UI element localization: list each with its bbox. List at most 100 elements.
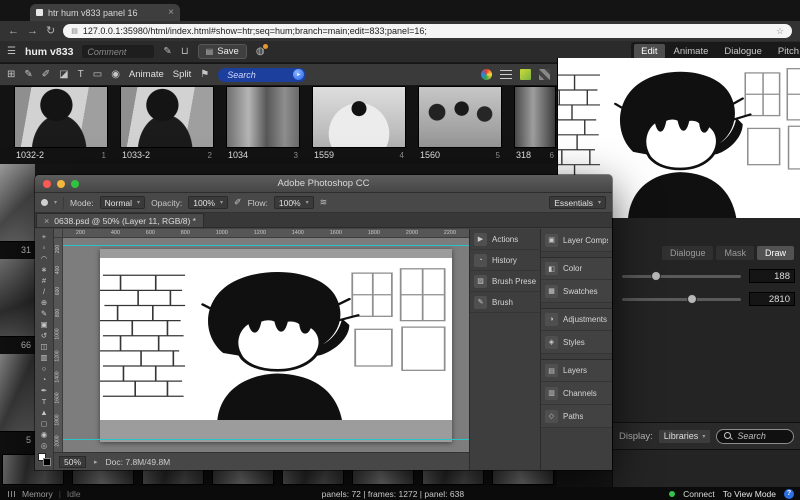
ps-panel-button[interactable]: ◧ Color (541, 257, 612, 280)
close-window-icon[interactable] (43, 180, 51, 188)
shape-tool-icon[interactable]: ◻ (37, 418, 52, 428)
path-select-tool-icon[interactable]: ▲ (37, 407, 52, 417)
zoom-level-field[interactable]: 50% (59, 456, 86, 468)
zoom-window-icon[interactable] (71, 180, 79, 188)
document-canvas[interactable] (100, 249, 452, 442)
ps-panel-button[interactable]: ◇ Paths (541, 405, 612, 428)
panel-thumbnail[interactable] (120, 86, 214, 148)
url-field[interactable]: ▤ 127.0.0.1:35980/html/index.html#show=h… (63, 24, 792, 38)
eyedropper-tool-icon[interactable]: / (37, 286, 52, 296)
type-tool-icon[interactable]: T (37, 396, 52, 406)
trash-icon[interactable]: ⊔ (181, 47, 189, 57)
pencil-icon[interactable]: ✎ (24, 69, 32, 80)
left-panel-thumbnail[interactable] (0, 164, 35, 242)
minimize-window-icon[interactable] (57, 180, 65, 188)
notifications-bell-icon[interactable]: ◍ (256, 47, 265, 57)
bookmark-star-icon[interactable]: ☆ (776, 26, 784, 37)
slider-knob[interactable] (687, 294, 697, 304)
dodge-tool-icon[interactable]: ◔ (37, 374, 52, 384)
menu-icon[interactable]: ☰ (7, 47, 16, 57)
opacity-dropdown[interactable]: 100% ▾ (188, 196, 228, 209)
ps-panel-button[interactable]: ▣ Layer Comps (541, 229, 612, 252)
document-close-icon[interactable]: × (44, 216, 49, 226)
display-dropdown[interactable]: Libraries ▾ (658, 429, 712, 444)
blur-tool-icon[interactable]: ○ (37, 363, 52, 373)
connect-button[interactable]: Connect (683, 489, 715, 499)
view-mode-button[interactable]: To View Mode (723, 489, 776, 499)
brush-tool-icon[interactable]: ✎ (37, 308, 52, 318)
text-tool-icon[interactable]: T (78, 69, 84, 80)
ps-panel-button[interactable]: ▶ Actions (470, 229, 540, 250)
move-tool-icon[interactable]: + (37, 231, 52, 241)
menu-edit[interactable]: Edit (634, 44, 664, 59)
search-input[interactable]: Search ▸ (218, 68, 306, 82)
save-button[interactable]: ▤ Save (198, 44, 247, 59)
slider-track[interactable] (622, 298, 741, 301)
lasso-tool-icon[interactable]: ◠ (37, 253, 52, 263)
pen-tool-icon[interactable]: ✒ (37, 385, 52, 395)
eraser-icon[interactable]: ◪ (59, 69, 68, 80)
brush-preset-icon[interactable] (41, 199, 48, 206)
forward-icon[interactable]: → (27, 26, 38, 37)
panel-thumbnail[interactable] (312, 86, 406, 148)
history-brush-tool-icon[interactable]: ↺ (37, 330, 52, 340)
back-icon[interactable]: ← (8, 26, 19, 37)
menu-pitch[interactable]: Pitch (771, 44, 800, 59)
hand-tool-icon[interactable]: ◉ (37, 429, 52, 439)
background-color-swatch[interactable] (43, 458, 51, 466)
document-tab[interactable]: × 0638.psd @ 50% (Layer 11, RGB/8) * (36, 213, 204, 227)
ps-panel-button[interactable]: ◑ Adjustments (541, 308, 612, 331)
adjustments-icon[interactable] (500, 70, 512, 80)
palette-icon[interactable] (481, 69, 492, 80)
marquee-tool-icon[interactable]: ▫ (37, 242, 52, 252)
browser-tab[interactable]: htr hum v833 panel 16 × (30, 4, 180, 21)
panel-thumbnail[interactable] (14, 86, 108, 148)
slider-value-field[interactable]: 2810 (749, 292, 795, 306)
tab-draw[interactable]: Draw (757, 246, 794, 260)
ps-panel-button[interactable]: ◈ Styles (541, 331, 612, 354)
edit-comment-icon[interactable]: ✎ (163, 47, 171, 57)
ps-panel-button[interactable]: ▦ Swatches (541, 280, 612, 303)
animate-button[interactable]: Animate (129, 69, 164, 80)
photoshop-titlebar[interactable]: Adobe Photoshop CC (35, 175, 612, 193)
search-go-icon[interactable]: ▸ (293, 69, 304, 80)
refresh-icon[interactable]: ↻ (46, 26, 55, 37)
board-panel[interactable]: 1560 5 (418, 86, 502, 164)
color-swatches[interactable] (38, 453, 51, 466)
slider-track[interactable] (622, 275, 741, 278)
board-panel[interactable]: 1559 4 (312, 86, 406, 164)
flow-dropdown[interactable]: 100% ▾ (274, 196, 314, 209)
document-artwork[interactable] (100, 258, 452, 420)
board-panel[interactable]: 1033-2 2 (120, 86, 214, 164)
ps-panel-button[interactable]: ▤ Layers (541, 359, 612, 382)
board-panel[interactable]: 318 6 (514, 86, 556, 164)
gradient-tool-icon[interactable]: ▥ (37, 352, 52, 362)
panel-thumbnail[interactable] (418, 86, 502, 148)
crop-tool-icon[interactable]: # (37, 275, 52, 285)
grid-icon[interactable]: ⊞ (7, 69, 15, 80)
healing-tool-icon[interactable]: ⊕ (37, 297, 52, 307)
tab-mask[interactable]: Mask (716, 246, 754, 260)
marker-icon[interactable]: ✐ (42, 69, 50, 80)
left-panel[interactable]: 5 (0, 354, 35, 449)
ps-panel-button[interactable]: ✎ Brush (470, 292, 540, 313)
board-panel[interactable]: 1032-2 1 (14, 86, 108, 164)
tab-dialogue[interactable]: Dialogue (662, 246, 714, 260)
ps-panel-button[interactable]: ▨ Brush Presets (470, 271, 540, 292)
mode-dropdown[interactable]: Normal ▾ (100, 196, 145, 209)
tab-close-icon[interactable]: × (168, 8, 174, 18)
comment-input[interactable]: Comment (82, 45, 154, 58)
panel-search-input[interactable]: Search (716, 429, 794, 444)
ps-panel-button[interactable]: ▥ Channels (541, 382, 612, 405)
canvas[interactable] (63, 238, 469, 452)
clone-stamp-tool-icon[interactable]: ▣ (37, 319, 52, 329)
slider-knob[interactable] (651, 271, 661, 281)
menu-dialogue[interactable]: Dialogue (717, 44, 769, 59)
panel-thumbnail[interactable] (226, 86, 300, 148)
flag-icon[interactable]: ⚑ (200, 69, 209, 80)
camera-icon[interactable]: ◉ (111, 69, 120, 80)
left-panel-thumbnail[interactable] (0, 259, 35, 337)
transparency-grid-icon[interactable] (539, 69, 550, 80)
frame-icon[interactable]: ▭ (93, 69, 102, 80)
panel-thumbnail[interactable] (514, 86, 556, 148)
